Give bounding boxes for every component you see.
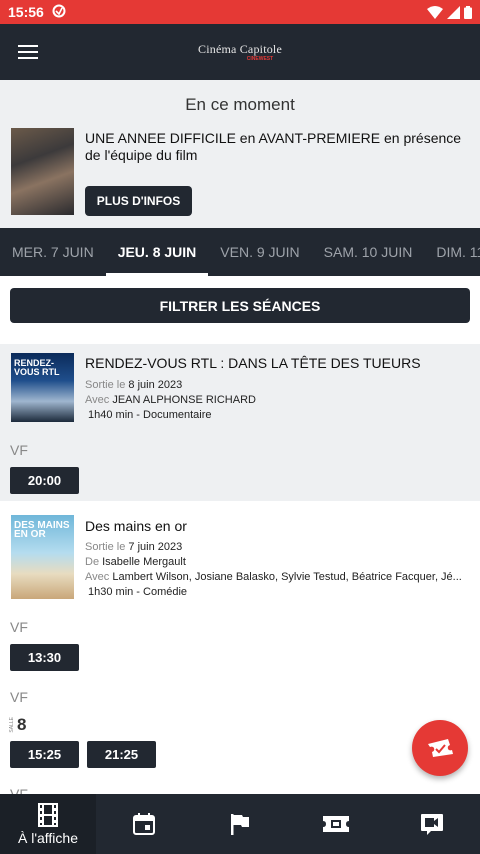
wifi-icon bbox=[427, 5, 443, 19]
date-tabs: MER. 7 JUIN JEU. 8 JUIN VEN. 9 JUIN SAM.… bbox=[0, 228, 480, 276]
nav-tickets[interactable] bbox=[288, 794, 384, 854]
release-date: 7 juin 2023 bbox=[128, 541, 183, 553]
movie-poster[interactable]: DES MAINS EN OR bbox=[11, 515, 74, 599]
room-indicator: SALLE 8 bbox=[9, 715, 27, 735]
tab-sat-10[interactable]: SAM. 10 JUIN bbox=[312, 228, 425, 276]
nav-events[interactable] bbox=[192, 794, 288, 854]
status-bar: 15:56 bbox=[0, 0, 480, 24]
nav-calendar[interactable] bbox=[96, 794, 192, 854]
poster-title: RENDEZ-VOUS RTL bbox=[14, 358, 60, 377]
director-value: Isabelle Mergault bbox=[102, 556, 186, 568]
showtime-button[interactable]: 13:30 bbox=[10, 644, 79, 671]
movie-release: Sortie le 8 juin 2023 bbox=[85, 378, 470, 393]
room-label: SALLE bbox=[9, 717, 15, 733]
movie-director: De Isabelle Mergault bbox=[85, 555, 470, 570]
signal-icon bbox=[447, 5, 460, 19]
release-date: 8 juin 2023 bbox=[128, 379, 183, 391]
status-time: 15:56 bbox=[8, 4, 44, 20]
ticket-check-icon bbox=[428, 739, 453, 757]
featured-title: En ce moment bbox=[185, 95, 295, 114]
flag-icon bbox=[231, 814, 249, 835]
room-number: 8 bbox=[17, 715, 27, 734]
movie-title[interactable]: Des mains en or bbox=[85, 518, 187, 534]
app-bar: Cinéma Capitole CINEWEST bbox=[0, 24, 480, 80]
tab-fri-9[interactable]: VEN. 9 JUIN bbox=[208, 228, 311, 276]
version-label: VF bbox=[10, 442, 28, 458]
movie-card: RENDEZ-VOUS RTL RENDEZ-VOUS RTL : DANS L… bbox=[0, 344, 480, 501]
film-icon bbox=[38, 802, 58, 827]
bottom-navigation: À l'affiche bbox=[0, 794, 480, 854]
more-info-button[interactable]: PLUS D'INFOS bbox=[85, 186, 192, 216]
battery-icon bbox=[464, 5, 472, 19]
featured-poster[interactable] bbox=[11, 128, 74, 215]
cinema-logo: Cinéma Capitole CINEWEST bbox=[0, 24, 480, 80]
movie-release: Sortie le 7 juin 2023 bbox=[85, 540, 470, 555]
nav-trailers[interactable] bbox=[384, 794, 480, 854]
version-label: VF bbox=[10, 619, 28, 635]
app-screen: 15:56 Cinéma Capitole CINEWEST En ce mom… bbox=[0, 0, 480, 854]
nav-now-showing[interactable]: À l'affiche bbox=[0, 794, 96, 854]
release-label: Sortie le bbox=[85, 379, 126, 391]
tab-sun-11[interactable]: DIM. 11 JUIN bbox=[424, 228, 480, 276]
cast-label: Avec bbox=[85, 571, 110, 583]
movie-title[interactable]: RENDEZ-VOUS RTL : DANS LA TÊTE DES TUEUR… bbox=[85, 355, 421, 371]
calendar-icon bbox=[133, 813, 155, 835]
version-label: VF bbox=[10, 689, 28, 705]
tab-wed-7[interactable]: MER. 7 JUIN bbox=[0, 228, 106, 276]
cast-value: JEAN ALPHONSE RICHARD bbox=[112, 394, 256, 406]
cast-label: Avec bbox=[85, 394, 110, 406]
menu-button[interactable] bbox=[0, 24, 56, 80]
video-camera-icon bbox=[421, 814, 443, 835]
sync-icon bbox=[52, 4, 66, 21]
featured-section: En ce moment UNE ANNEE DIFFICILE en AVAN… bbox=[0, 80, 480, 228]
status-icons bbox=[427, 5, 472, 19]
movie-cast: Avec Lambert Wilson, Josiane Balasko, Sy… bbox=[85, 570, 470, 585]
release-label: Sortie le bbox=[85, 541, 126, 553]
showtime-button[interactable]: 20:00 bbox=[10, 467, 79, 494]
poster-title: DES MAINS EN OR bbox=[14, 520, 70, 540]
ticket-fab-button[interactable] bbox=[412, 720, 468, 776]
nav-label: À l'affiche bbox=[17, 829, 78, 846]
showtime-button[interactable]: 21:25 bbox=[87, 741, 156, 768]
showtime-button[interactable]: 15:25 bbox=[10, 741, 79, 768]
movie-card: DES MAINS EN OR Des mains en or Sortie l… bbox=[0, 501, 480, 802]
logo-subtitle: CINEWEST bbox=[246, 56, 274, 62]
cast-value: Lambert Wilson, Josiane Balasko, Sylvie … bbox=[112, 571, 462, 583]
tab-thu-8[interactable]: JEU. 8 JUIN bbox=[105, 228, 209, 276]
movie-cast: Avec JEAN ALPHONSE RICHARD bbox=[85, 393, 470, 408]
hamburger-icon bbox=[18, 45, 38, 59]
movie-duration: 1h40 min - Documentaire bbox=[88, 409, 212, 421]
logo-title: Cinéma Capitole bbox=[198, 42, 282, 56]
director-label: De bbox=[85, 556, 100, 568]
movie-poster[interactable]: RENDEZ-VOUS RTL bbox=[11, 353, 74, 422]
movie-duration: 1h30 min - Comédie bbox=[88, 586, 188, 598]
filter-sessions-button[interactable]: FILTRER LES SÉANCES bbox=[10, 288, 470, 323]
ticket-icon bbox=[323, 816, 349, 832]
featured-headline: UNE ANNEE DIFFICILE en AVANT-PREMIERE en… bbox=[85, 130, 462, 163]
